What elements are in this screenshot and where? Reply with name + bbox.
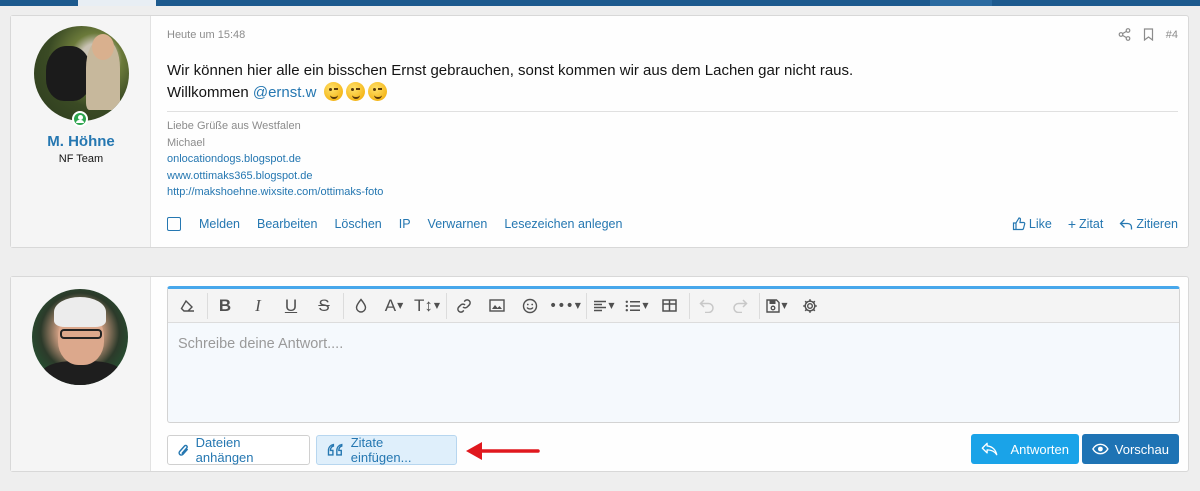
post-number[interactable]: #4 xyxy=(1166,29,1178,41)
signature-link[interactable]: www.ottimaks365.blogspot.de xyxy=(167,168,383,185)
ip-link[interactable]: IP xyxy=(399,217,411,231)
signature-divider xyxy=(167,111,1178,112)
font-size-icon[interactable]: T↕ ▼ xyxy=(413,293,441,319)
eye-icon xyxy=(1092,443,1109,455)
post-user-sidebar: M. Höhne NF Team xyxy=(11,16,159,247)
wink-emoji-icon xyxy=(345,82,365,101)
italic-icon[interactable]: I xyxy=(244,293,272,319)
align-icon[interactable]: ▼ xyxy=(590,293,618,319)
bookmark-link[interactable]: Lesezeichen anlegen xyxy=(504,217,622,231)
active-tab-indicator[interactable] xyxy=(78,0,156,6)
preview-label: Vorschau xyxy=(1114,441,1169,457)
quote-label: Zitieren xyxy=(1136,217,1178,231)
message-line-2: Willkommen @ernst.w xyxy=(167,82,853,104)
share-icon[interactable] xyxy=(1118,28,1131,41)
like-label: Like xyxy=(1028,217,1052,231)
post-actions: Melden Bearbeiten Löschen IP Verwarnen L… xyxy=(167,217,639,231)
quick-reply-card: B I U S A ▼ T↕ ▼ ••• ▼ ▼ ▼ ▼ Schreibe de… xyxy=(10,276,1189,472)
text-color-icon[interactable] xyxy=(347,293,375,319)
redo-icon[interactable] xyxy=(726,293,754,319)
report-link[interactable]: Melden xyxy=(199,217,240,231)
signature-name: Michael xyxy=(167,136,205,149)
more-options-icon[interactable]: ••• ▼ xyxy=(549,293,581,319)
signature-link[interactable]: http://makshoehne.wixsite.com/ottimaks-f… xyxy=(167,184,383,201)
post-date[interactable]: Heute um 15:48 xyxy=(167,29,245,41)
attach-files-button[interactable]: Dateien anhängen xyxy=(167,435,310,465)
select-post-checkbox[interactable] xyxy=(167,217,181,231)
author-name[interactable]: M. Höhne xyxy=(11,133,151,150)
post-message: Wir können hier alle ein bisschen Ernst … xyxy=(167,60,853,104)
online-status-icon xyxy=(72,111,88,127)
underline-icon[interactable]: U xyxy=(277,293,305,319)
signature-link[interactable]: onlocationdogs.blogspot.de xyxy=(167,151,383,168)
insert-quotes-button[interactable]: Zitate einfügen... xyxy=(316,435,457,465)
undo-icon[interactable] xyxy=(693,293,721,319)
thumbs-up-icon xyxy=(1012,217,1026,231)
settings-gear-icon[interactable] xyxy=(796,293,824,319)
signature: Liebe Grüße aus Westfalen Michael onloca… xyxy=(167,118,383,201)
bold-icon[interactable]: B xyxy=(211,293,239,319)
warn-link[interactable]: Verwarnen xyxy=(428,217,488,231)
nav-tab-highlight[interactable] xyxy=(930,0,992,6)
like-button[interactable]: Like xyxy=(1012,217,1052,231)
preview-button[interactable]: Vorschau xyxy=(1082,434,1179,464)
top-navigation-bar xyxy=(0,0,1200,6)
post-header-tools: #4 xyxy=(1118,28,1178,41)
reply-arrow-icon xyxy=(1119,218,1133,229)
reply-arrow-icon xyxy=(981,442,998,456)
editor-toolbar: B I U S A ▼ T↕ ▼ ••• ▼ ▼ ▼ ▼ xyxy=(168,289,1179,323)
save-draft-icon[interactable]: ▼ xyxy=(763,293,791,319)
list-icon[interactable]: ▼ xyxy=(623,293,651,319)
reply-user-sidebar xyxy=(11,277,159,471)
current-user-avatar[interactable] xyxy=(32,289,128,385)
message-welcome-text: Willkommen xyxy=(167,84,249,101)
eraser-icon[interactable] xyxy=(174,293,202,319)
quote-marks-icon xyxy=(327,443,343,456)
quote-button[interactable]: Zitieren xyxy=(1119,217,1178,231)
paperclip-icon xyxy=(178,444,188,456)
insert-quotes-label: Zitate einfügen... xyxy=(350,435,412,465)
post-reactions: Like + Zitat Zitieren xyxy=(1012,216,1178,232)
author-title: NF Team xyxy=(58,153,104,165)
font-family-icon[interactable]: A ▼ xyxy=(380,293,408,319)
reply-text-input[interactable]: Schreibe deine Antwort.... xyxy=(178,336,343,352)
strikethrough-icon[interactable]: S xyxy=(310,293,338,319)
wink-emoji-icon xyxy=(367,82,387,101)
add-quote-button[interactable]: + Zitat xyxy=(1068,216,1104,232)
submit-reply-label: Antworten xyxy=(1010,441,1069,457)
red-annotation-arrow-icon xyxy=(466,442,540,460)
user-mention-link[interactable]: @ernst.w xyxy=(253,84,317,101)
wink-emoji-icon xyxy=(323,82,343,101)
image-icon[interactable] xyxy=(483,293,511,319)
attach-files-label: Dateien anhängen xyxy=(195,435,254,465)
table-icon[interactable] xyxy=(656,293,684,319)
edit-link[interactable]: Bearbeiten xyxy=(257,217,317,231)
link-icon[interactable] xyxy=(450,293,478,319)
plus-icon: + xyxy=(1067,216,1076,232)
delete-link[interactable]: Löschen xyxy=(334,217,381,231)
signature-greeting: Liebe Grüße aus Westfalen xyxy=(167,120,301,132)
message-line-1: Wir können hier alle ein bisschen Ernst … xyxy=(167,62,854,79)
smiley-icon[interactable] xyxy=(516,293,544,319)
rich-text-editor: B I U S A ▼ T↕ ▼ ••• ▼ ▼ ▼ ▼ Schreibe de… xyxy=(167,286,1180,423)
author-avatar[interactable] xyxy=(34,26,129,121)
post-card: M. Höhne NF Team Heute um 15:48 #4 Wir k… xyxy=(10,15,1189,248)
submit-reply-button[interactable]: Antworten xyxy=(971,434,1079,464)
bookmark-icon[interactable] xyxy=(1143,28,1154,41)
add-quote-label: Zitat xyxy=(1079,217,1104,231)
